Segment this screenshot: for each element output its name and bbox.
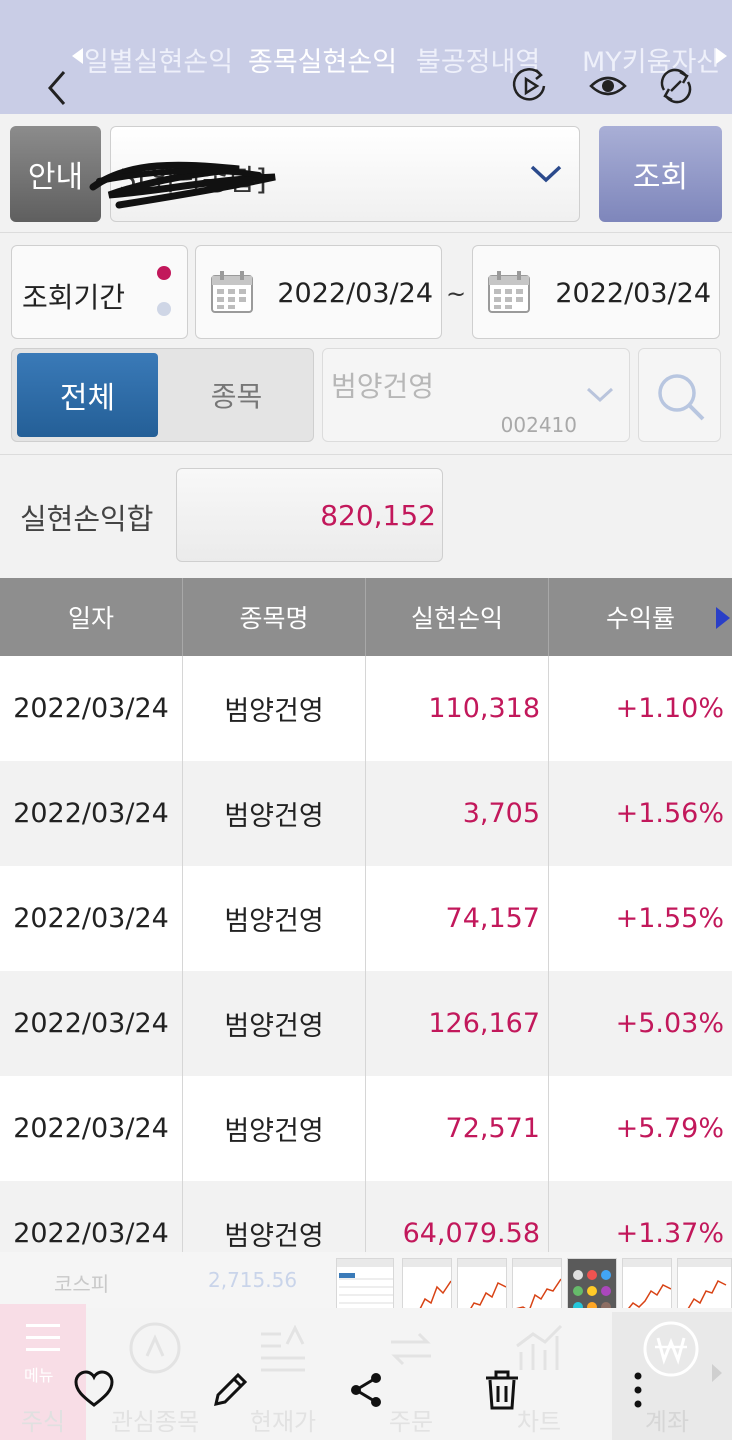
tab-daily-realized[interactable]: 일별실현손익 — [84, 40, 233, 79]
thumbnail-header — [513, 1259, 561, 1267]
current-price-icon — [261, 1324, 305, 1372]
menu-label: 메뉴 — [24, 1366, 54, 1385]
cell-realized-pl: 72,571 — [445, 1113, 540, 1144]
cell-return-rate: +1.37% — [615, 1218, 724, 1249]
stock-search-button[interactable] — [638, 348, 721, 442]
share-icon[interactable] — [344, 1368, 388, 1412]
period-dot-inactive — [157, 302, 171, 316]
stock-select[interactable]: 범양건영 002410 — [322, 348, 630, 442]
cell-name: 범양건영 — [224, 1221, 324, 1252]
start-date: 2022/03/24 — [277, 278, 433, 309]
table-row[interactable]: 2022/03/24 범양건영 3,705 +1.56% — [0, 761, 732, 866]
redaction-scribble — [89, 161, 276, 209]
more-icon[interactable] — [616, 1368, 660, 1412]
account-select[interactable]: 5[위탁종합] — [89, 126, 580, 222]
start-date-field[interactable]: 2022/03/24 — [195, 245, 442, 339]
end-date: 2022/03/24 — [555, 278, 711, 309]
table-row[interactable]: 2022/03/24 범양건영 72,571 +5.79% — [0, 1076, 732, 1181]
chevron-down-icon — [586, 387, 614, 403]
table-row[interactable]: 2022/03/24 범양건영 74,157 +1.55% — [0, 866, 732, 971]
next-columns-icon[interactable] — [716, 607, 730, 629]
total-value: 820,152 — [320, 499, 436, 532]
index-value: 2,715.56 — [208, 1268, 298, 1292]
calendar-icon — [488, 271, 530, 313]
query-button[interactable]: 조회 — [599, 126, 722, 222]
nav-watchlist-label: 관심종목 — [110, 1408, 200, 1436]
total-value-box: 820,152 — [176, 468, 443, 562]
cell-date: 2022/03/24 — [13, 693, 169, 724]
nav-watchlist[interactable]: 관심종목 — [100, 1312, 210, 1440]
hamburger-icon — [26, 1324, 60, 1351]
thumbnail-header — [678, 1259, 731, 1267]
eye-icon[interactable] — [588, 66, 628, 106]
order-icon — [391, 1332, 431, 1366]
sync-icon[interactable] — [656, 66, 696, 106]
watchlist-icon — [129, 1322, 181, 1374]
search-icon — [658, 374, 705, 421]
period-toggle[interactable]: 조회기간 — [11, 245, 188, 339]
total-label: 실현손익합 — [20, 502, 154, 536]
cell-date: 2022/03/24 — [13, 1008, 169, 1039]
cell-realized-pl: 64,079.58 — [402, 1218, 540, 1249]
filter-stock-button[interactable]: 종목 — [164, 353, 309, 437]
tab-scroll-right-icon[interactable] — [716, 48, 727, 64]
thumbnail-header — [337, 1259, 393, 1267]
cell-return-rate: +1.10% — [615, 693, 724, 724]
guide-button[interactable]: 안내 — [10, 126, 101, 222]
heart-icon[interactable] — [72, 1368, 116, 1412]
table-row[interactable]: 2022/03/24 범양건영 64,079.58 +1.37% — [0, 1181, 732, 1256]
col-date-header[interactable]: 일자 — [0, 578, 182, 656]
cell-date: 2022/03/24 — [13, 1218, 169, 1249]
thumbnail-header — [623, 1259, 671, 1267]
cell-realized-pl: 74,157 — [445, 903, 540, 934]
index-name: 코스피 — [54, 1272, 110, 1296]
cell-date: 2022/03/24 — [13, 798, 169, 829]
cell-date: 2022/03/24 — [13, 903, 169, 934]
col-divider — [548, 656, 549, 1256]
col-divider — [182, 656, 183, 1256]
date-separator: ~ — [446, 280, 467, 308]
cell-name: 범양건영 — [224, 696, 324, 727]
cell-realized-pl: 3,705 — [462, 798, 540, 829]
col-divider — [365, 656, 366, 1256]
cell-realized-pl: 126,167 — [428, 1008, 540, 1039]
calendar-icon — [211, 271, 253, 313]
cell-realized-pl: 110,318 — [428, 693, 540, 724]
table-row[interactable]: 2022/03/24 범양건영 126,167 +5.03% — [0, 971, 732, 1076]
cell-name: 범양건영 — [224, 906, 324, 937]
delete-icon[interactable] — [480, 1368, 524, 1412]
app-header: 일별실현손익 종목실현손익 불공정내역 MY키움자산 — [0, 0, 732, 114]
thumbnail-header — [458, 1259, 506, 1267]
period-dot-active — [157, 266, 171, 280]
nav-next-icon[interactable] — [712, 1364, 722, 1382]
table-header: 일자 종목명 실현손익 수익률 — [0, 578, 732, 656]
col-rate-header[interactable]: 수익률 — [549, 578, 732, 656]
col-pl-header[interactable]: 실현손익 — [366, 578, 548, 656]
end-date-field[interactable]: 2022/03/24 — [472, 245, 720, 339]
stock-code: 002410 — [500, 413, 577, 437]
cell-date: 2022/03/24 — [13, 1113, 169, 1144]
cell-name: 범양건영 — [224, 801, 324, 832]
col-name-header[interactable]: 종목명 — [183, 578, 365, 656]
thumbnail-header — [403, 1259, 451, 1267]
table-row[interactable]: 2022/03/24 범양건영 110,318 +1.10% — [0, 656, 732, 761]
back-arrow-icon[interactable] — [40, 66, 76, 110]
filter-all-button[interactable]: 전체 — [17, 353, 158, 437]
period-label: 조회기간 — [22, 281, 126, 314]
stock-name: 범양건영 — [331, 370, 435, 403]
table-body: 2022/03/24 범양건영 110,318 +1.10% 2022/03/2… — [0, 656, 732, 1256]
play-circle-icon[interactable] — [510, 66, 550, 106]
cell-name: 범양건영 — [224, 1116, 324, 1147]
cell-name: 범양건영 — [224, 1011, 324, 1042]
cell-return-rate: +1.55% — [615, 903, 724, 934]
cell-return-rate: +5.03% — [615, 1008, 724, 1039]
cell-return-rate: +1.56% — [615, 798, 724, 829]
tab-stock-realized[interactable]: 종목실현손익 — [248, 40, 397, 79]
edit-icon[interactable] — [208, 1368, 252, 1412]
cell-return-rate: +5.79% — [615, 1113, 724, 1144]
chevron-down-icon — [530, 165, 562, 183]
tab-scroll-left-icon[interactable] — [72, 48, 83, 64]
